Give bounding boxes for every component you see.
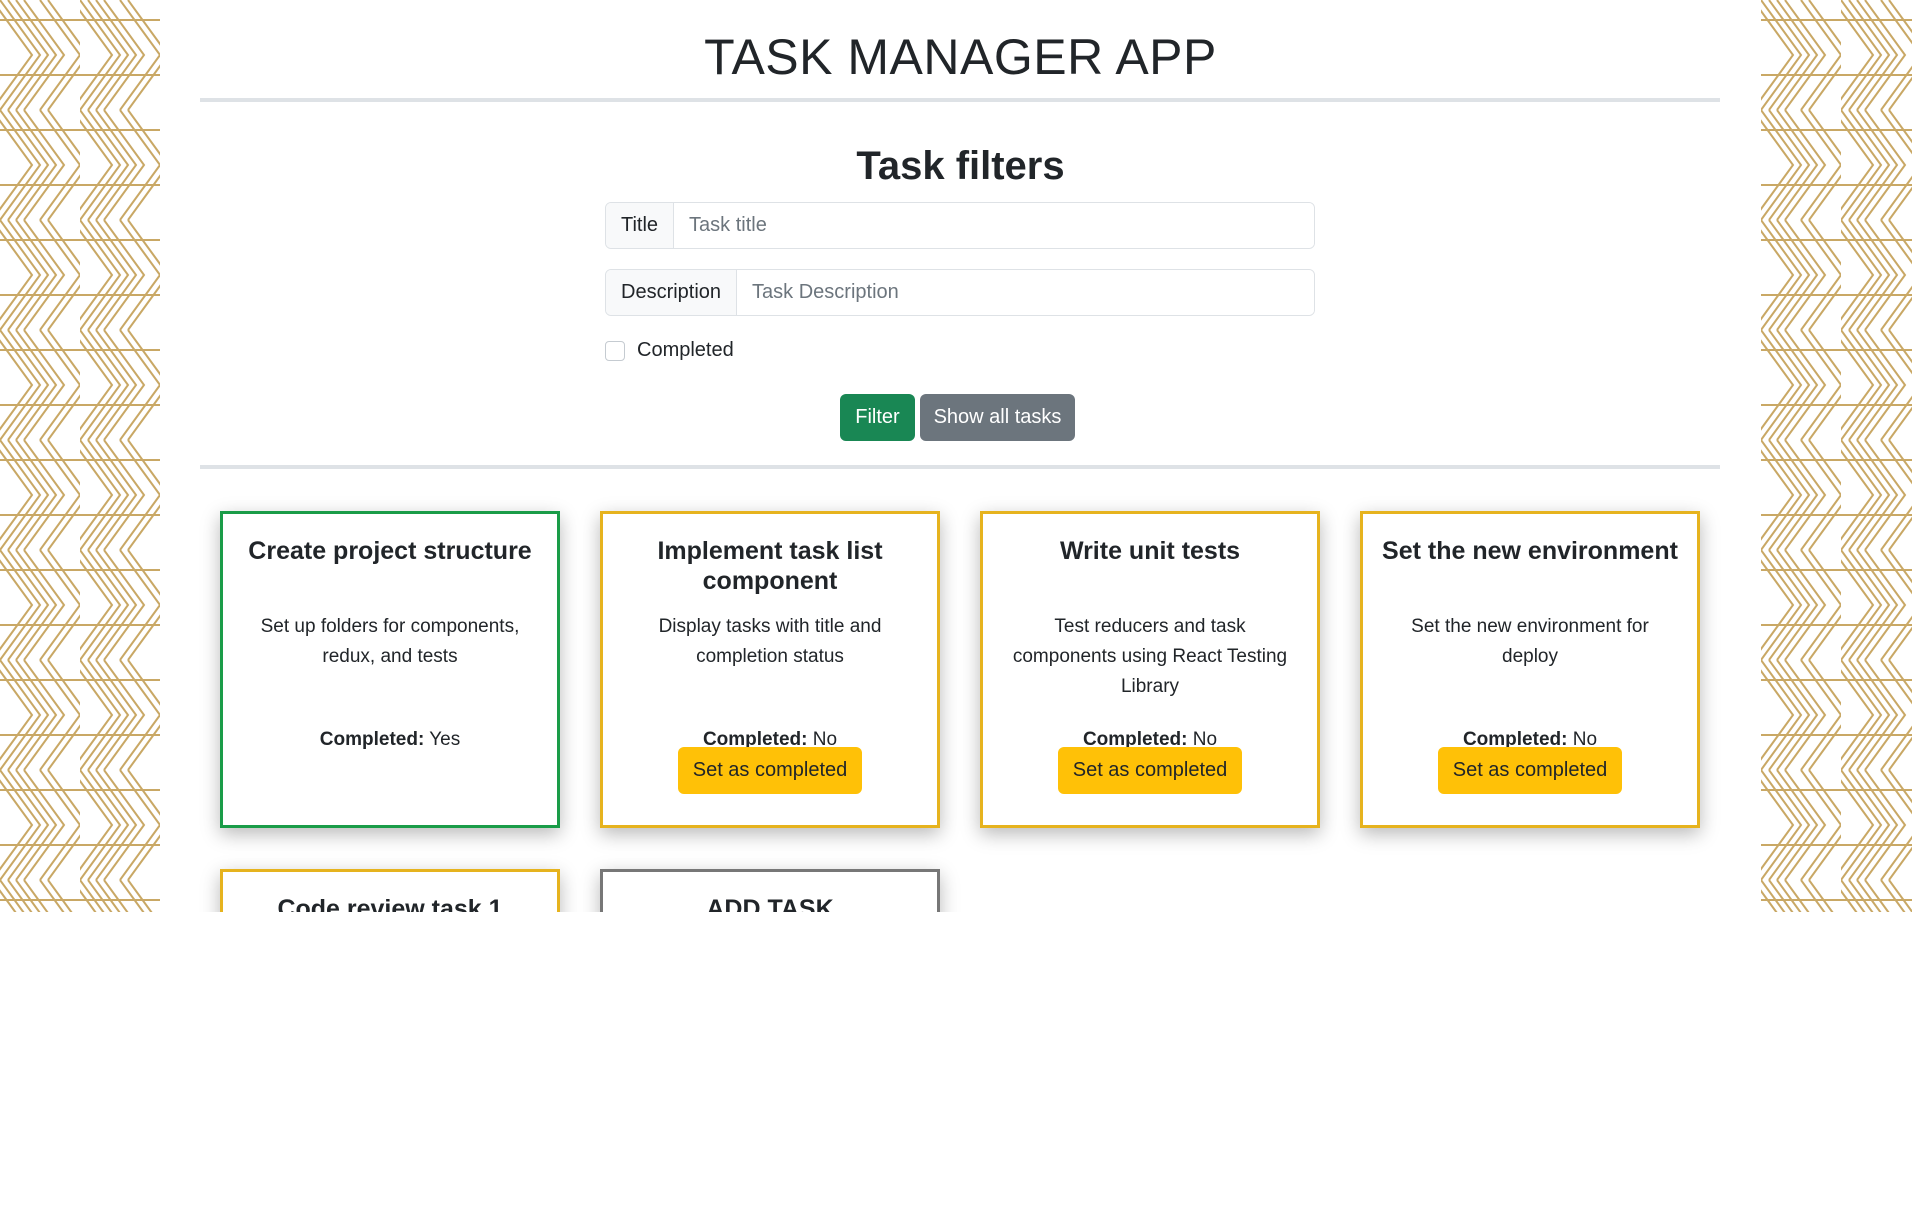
task-card: Set the new environment Set the new envi… <box>1360 511 1700 828</box>
set-completed-button[interactable]: Set as completed <box>1438 747 1622 794</box>
task-card: Code review task 1 <box>220 869 560 912</box>
task-description: Display tasks with title and completion … <box>658 616 882 667</box>
divider-top <box>200 98 1720 102</box>
task-card: Create project structure Set up folders … <box>220 511 560 828</box>
completed-filter-label[interactable]: Completed <box>637 339 734 362</box>
filters-heading: Task filters <box>856 144 1065 188</box>
task-status-label: Completed: <box>319 729 425 750</box>
title-filter-input[interactable] <box>674 203 1314 248</box>
task-card: Implement task list component Display ta… <box>600 511 940 828</box>
title-filter-group: Title <box>605 202 1315 249</box>
decorative-pattern-right <box>1761 0 1912 912</box>
description-filter-input[interactable] <box>737 270 1314 315</box>
task-title: Code review task 1 <box>277 895 503 912</box>
set-completed-button[interactable]: Set as completed <box>678 747 862 794</box>
filter-button[interactable]: Filter <box>840 394 915 441</box>
description-filter-label: Description <box>606 270 738 315</box>
title-filter-label: Title <box>606 203 675 248</box>
task-title: Set the new environment <box>1382 537 1678 565</box>
task-title: Implement task list component <box>657 537 883 595</box>
task-description: Set up folders for components, redux, an… <box>260 616 520 667</box>
add-task-card[interactable]: ADD TASK <box>600 869 940 912</box>
task-card: Write unit tests Test reducers and task … <box>980 511 1320 828</box>
main-content: TASK MANAGER APP Task filters Title Desc… <box>160 0 1761 912</box>
task-status-value: Yes <box>429 729 461 750</box>
task-title: Create project structure <box>248 537 532 565</box>
viewport: TASK MANAGER APP Task filters Title Desc… <box>0 0 1912 912</box>
show-all-tasks-button[interactable]: Show all tasks <box>920 394 1075 441</box>
description-filter-group: Description <box>605 269 1315 316</box>
task-title: Write unit tests <box>1059 537 1241 565</box>
completed-filter-row: Completed <box>605 339 734 362</box>
task-description: Set the new environment for deploy <box>1411 616 1649 667</box>
completed-filter-checkbox[interactable] <box>605 340 625 361</box>
task-description: Test reducers and task components using … <box>1012 616 1288 697</box>
set-completed-button[interactable]: Set as completed <box>1058 747 1242 794</box>
task-status: Completed: Yes <box>223 729 557 751</box>
add-task-title: ADD TASK <box>706 895 834 912</box>
app-title: TASK MANAGER APP <box>704 29 1217 85</box>
divider-bottom <box>200 465 1720 469</box>
decorative-pattern-left <box>0 0 160 912</box>
